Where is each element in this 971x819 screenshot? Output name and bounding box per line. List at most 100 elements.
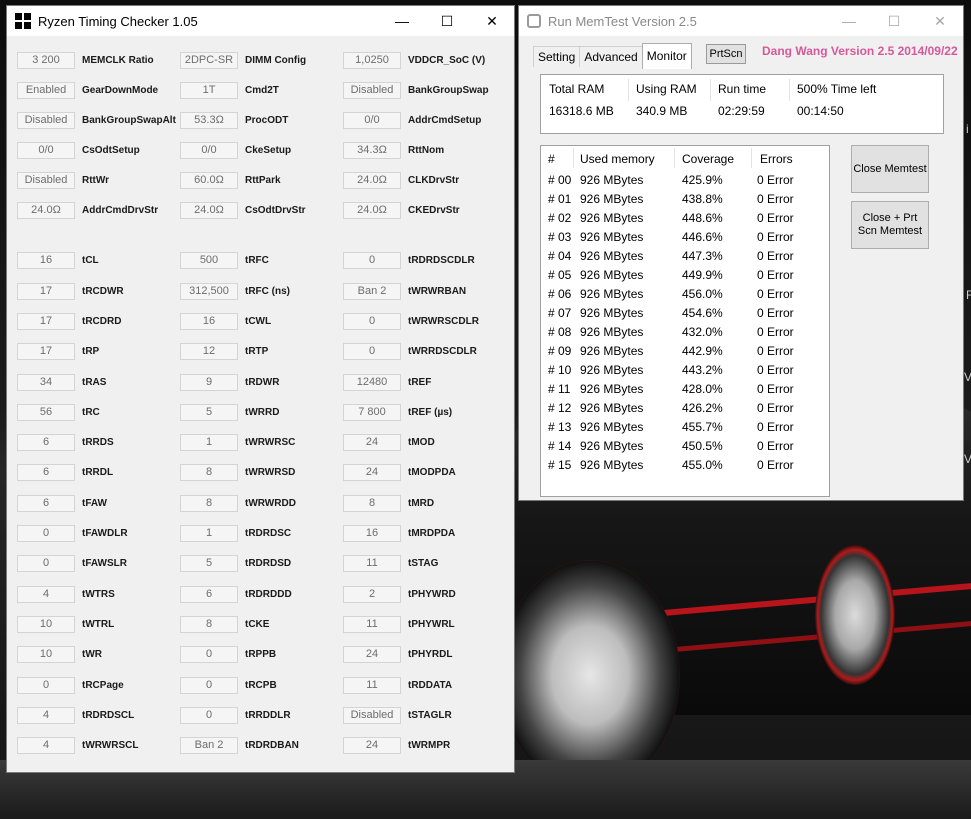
maximize-icon[interactable]: ☐ bbox=[424, 6, 470, 36]
timing-value-field[interactable]: 53.3Ω bbox=[180, 112, 238, 129]
timing-value-field[interactable]: 4 bbox=[17, 737, 75, 754]
list-item[interactable]: # 02 926 MBytes 448.6% 0 Error bbox=[541, 211, 829, 230]
title-bar[interactable]: Run MemTest Version 2.5 — ☐ ✕ bbox=[519, 6, 963, 36]
timing-value-field[interactable]: 6 bbox=[17, 464, 75, 481]
timing-value-field[interactable]: 34 bbox=[17, 374, 75, 391]
list-item[interactable]: # 15 926 MBytes 455.0% 0 Error bbox=[541, 458, 829, 477]
timing-value-field[interactable]: 0 bbox=[180, 646, 238, 663]
timing-value-field[interactable]: 1 bbox=[180, 525, 238, 542]
timing-value-field[interactable]: 16 bbox=[343, 525, 401, 542]
timing-value-field[interactable]: 9 bbox=[180, 374, 238, 391]
timing-value-field[interactable]: 60.0Ω bbox=[180, 172, 238, 189]
timing-value-field[interactable]: 0 bbox=[17, 525, 75, 542]
timing-value-field[interactable]: 56 bbox=[17, 404, 75, 421]
timing-value-field[interactable]: 11 bbox=[343, 677, 401, 694]
list-item[interactable]: # 01 926 MBytes 438.8% 0 Error bbox=[541, 192, 829, 211]
close-memtest-button[interactable]: Close Memtest bbox=[851, 145, 929, 193]
close-icon[interactable]: ✕ bbox=[469, 6, 515, 36]
timing-value-field[interactable]: Ban 2 bbox=[343, 283, 401, 300]
timing-value-field[interactable]: 24.0Ω bbox=[343, 202, 401, 219]
timing-value-field[interactable]: 24.0Ω bbox=[17, 202, 75, 219]
minimize-icon[interactable]: — bbox=[826, 6, 872, 36]
timing-value-field[interactable]: 0/0 bbox=[180, 142, 238, 159]
timing-value-field[interactable]: 0 bbox=[17, 555, 75, 572]
list-item[interactable]: # 03 926 MBytes 446.6% 0 Error bbox=[541, 230, 829, 249]
list-item[interactable]: # 12 926 MBytes 426.2% 0 Error bbox=[541, 401, 829, 420]
timing-value-field[interactable]: 3 200 bbox=[17, 52, 75, 69]
list-item[interactable]: # 07 926 MBytes 454.6% 0 Error bbox=[541, 306, 829, 325]
timing-value-field[interactable]: Ban 2 bbox=[180, 737, 238, 754]
title-bar[interactable]: Ryzen Timing Checker 1.05 — ☐ ✕ bbox=[7, 6, 514, 36]
list-item[interactable]: # 08 926 MBytes 432.0% 0 Error bbox=[541, 325, 829, 344]
timing-value-field[interactable]: 12480 bbox=[343, 374, 401, 391]
timing-value-field[interactable]: 34.3Ω bbox=[343, 142, 401, 159]
prtscn-button[interactable]: PrtScn bbox=[706, 44, 746, 64]
list-item[interactable]: # 00 926 MBytes 425.9% 0 Error bbox=[541, 173, 829, 192]
timing-value-field[interactable]: 7 800 bbox=[343, 404, 401, 421]
close-prtscn-memtest-button[interactable]: Close + Prt Scn Memtest bbox=[851, 201, 929, 249]
timing-value-field[interactable]: 4 bbox=[17, 707, 75, 724]
list-item[interactable]: # 04 926 MBytes 447.3% 0 Error bbox=[541, 249, 829, 268]
list-item[interactable]: # 09 926 MBytes 442.9% 0 Error bbox=[541, 344, 829, 363]
list-item[interactable]: # 11 926 MBytes 428.0% 0 Error bbox=[541, 382, 829, 401]
timing-value-field[interactable]: 24 bbox=[343, 646, 401, 663]
timing-value-field[interactable]: 0 bbox=[343, 313, 401, 330]
timing-value-field[interactable]: Enabled bbox=[17, 82, 75, 99]
timing-value-field[interactable]: 11 bbox=[343, 616, 401, 633]
timing-value-field[interactable]: 1T bbox=[180, 82, 238, 99]
timing-value-field[interactable]: 1 bbox=[180, 434, 238, 451]
timing-value-field[interactable]: 24.0Ω bbox=[343, 172, 401, 189]
timing-value-field[interactable]: 0/0 bbox=[343, 112, 401, 129]
list-item[interactable]: # 06 926 MBytes 456.0% 0 Error bbox=[541, 287, 829, 306]
timing-value-field[interactable]: 0/0 bbox=[17, 142, 75, 159]
timing-value-field[interactable]: Disabled bbox=[17, 172, 75, 189]
timing-value-field[interactable]: 8 bbox=[180, 495, 238, 512]
timing-value-field[interactable]: 16 bbox=[17, 252, 75, 269]
close-icon[interactable]: ✕ bbox=[917, 6, 963, 36]
timing-value-field[interactable]: 0 bbox=[343, 343, 401, 360]
timing-value-field[interactable]: 1,0250 bbox=[343, 52, 401, 69]
timing-value-field[interactable]: 0 bbox=[343, 252, 401, 269]
timing-value-field[interactable]: 2 bbox=[343, 586, 401, 603]
tab-setting[interactable]: Setting bbox=[533, 46, 581, 67]
timing-value-field[interactable]: 16 bbox=[180, 313, 238, 330]
timing-value-field[interactable]: 17 bbox=[17, 283, 75, 300]
timing-value-field[interactable]: 5 bbox=[180, 555, 238, 572]
timing-value-field[interactable]: Disabled bbox=[343, 82, 401, 99]
timing-value-field[interactable]: 8 bbox=[343, 495, 401, 512]
timing-value-field[interactable]: 0 bbox=[17, 677, 75, 694]
list-item[interactable]: # 05 926 MBytes 449.9% 0 Error bbox=[541, 268, 829, 287]
tab-advanced[interactable]: Advanced bbox=[579, 46, 643, 67]
timing-value-field[interactable]: 8 bbox=[180, 616, 238, 633]
maximize-icon[interactable]: ☐ bbox=[871, 6, 917, 36]
timing-value-field[interactable]: 2DPC-SR bbox=[180, 52, 238, 69]
timing-value-field[interactable]: 12 bbox=[180, 343, 238, 360]
timing-value-field[interactable]: 4 bbox=[17, 586, 75, 603]
timing-value-field[interactable]: 10 bbox=[17, 646, 75, 663]
timing-value-field[interactable]: 6 bbox=[17, 495, 75, 512]
list-item[interactable]: # 13 926 MBytes 455.7% 0 Error bbox=[541, 420, 829, 439]
timing-value-field[interactable]: 24.0Ω bbox=[180, 202, 238, 219]
minimize-icon[interactable]: — bbox=[379, 6, 425, 36]
timing-value-field[interactable]: 0 bbox=[180, 707, 238, 724]
timing-value-field[interactable]: 11 bbox=[343, 555, 401, 572]
thread-list[interactable]: # Used memory Coverage Errors # 00 926 MB… bbox=[540, 145, 830, 497]
timing-value-field[interactable]: 5 bbox=[180, 404, 238, 421]
list-item[interactable]: # 14 926 MBytes 450.5% 0 Error bbox=[541, 439, 829, 458]
timing-value-field[interactable]: 500 bbox=[180, 252, 238, 269]
tab-monitor[interactable]: Monitor bbox=[641, 43, 692, 69]
timing-value-field[interactable]: 17 bbox=[17, 343, 75, 360]
timing-value-field[interactable]: Disabled bbox=[343, 707, 401, 724]
timing-value-field[interactable]: 10 bbox=[17, 616, 75, 633]
timing-value-field[interactable]: Disabled bbox=[17, 112, 75, 129]
timing-value-field[interactable]: 24 bbox=[343, 737, 401, 754]
timing-value-field[interactable]: 6 bbox=[180, 586, 238, 603]
timing-value-field[interactable]: 312,500 bbox=[180, 283, 238, 300]
timing-value-field[interactable]: 0 bbox=[180, 677, 238, 694]
timing-value-field[interactable]: 24 bbox=[343, 434, 401, 451]
timing-value-field[interactable]: 8 bbox=[180, 464, 238, 481]
timing-value-field[interactable]: 17 bbox=[17, 313, 75, 330]
list-item[interactable]: # 10 926 MBytes 443.2% 0 Error bbox=[541, 363, 829, 382]
timing-value-field[interactable]: 6 bbox=[17, 434, 75, 451]
timing-value-field[interactable]: 24 bbox=[343, 464, 401, 481]
